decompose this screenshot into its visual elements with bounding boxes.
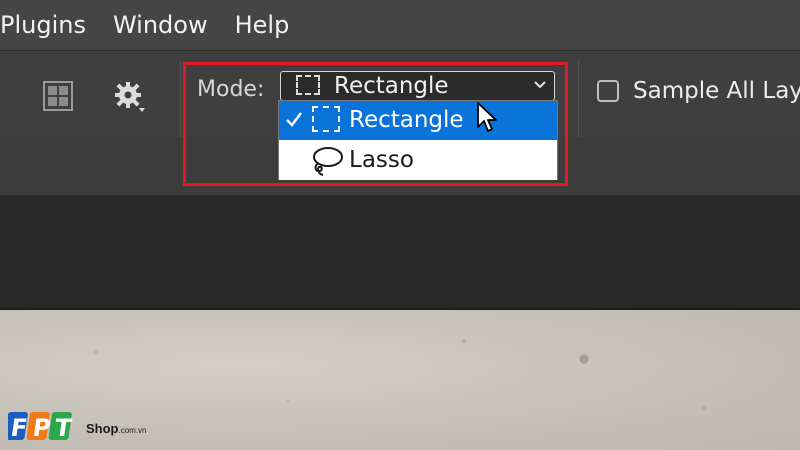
workspace-background [0, 196, 800, 310]
sample-all-layers-label: Sample All Layers [633, 78, 800, 104]
menu-help[interactable]: Help [235, 13, 290, 37]
highlight-box [183, 62, 568, 186]
sample-all-layers[interactable]: Sample All Layers [597, 78, 800, 104]
settings-button[interactable] [110, 78, 146, 114]
shop-text: Shop.com.vn [86, 421, 147, 436]
menu-bar: Plugins Window Help [0, 0, 800, 51]
menu-window[interactable]: Window [113, 13, 208, 37]
svg-text:F: F [9, 414, 29, 442]
gear-icon [115, 82, 145, 112]
transform-grid-icon [43, 81, 73, 111]
sample-all-layers-checkbox[interactable] [597, 80, 619, 102]
menu-plugins[interactable]: Plugins [0, 13, 86, 37]
fpt-shop-logo: F P T Shop.com.vn [8, 404, 147, 444]
fpt-logo-icon: F P T [8, 412, 74, 442]
auto-select-button[interactable] [40, 78, 76, 114]
svg-text:T: T [53, 414, 74, 442]
mouse-cursor-icon [477, 102, 497, 132]
